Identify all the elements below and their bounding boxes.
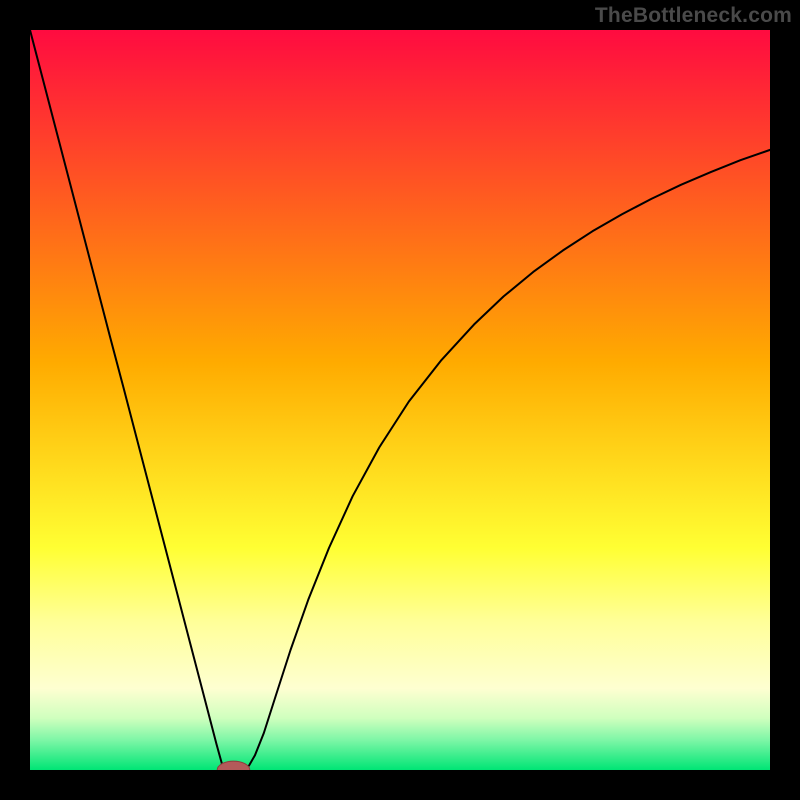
chart-svg <box>30 30 770 770</box>
watermark-text: TheBottleneck.com <box>595 4 792 28</box>
plot-area <box>30 30 770 770</box>
gradient-background <box>30 30 770 770</box>
chart-frame: TheBottleneck.com <box>0 0 800 800</box>
